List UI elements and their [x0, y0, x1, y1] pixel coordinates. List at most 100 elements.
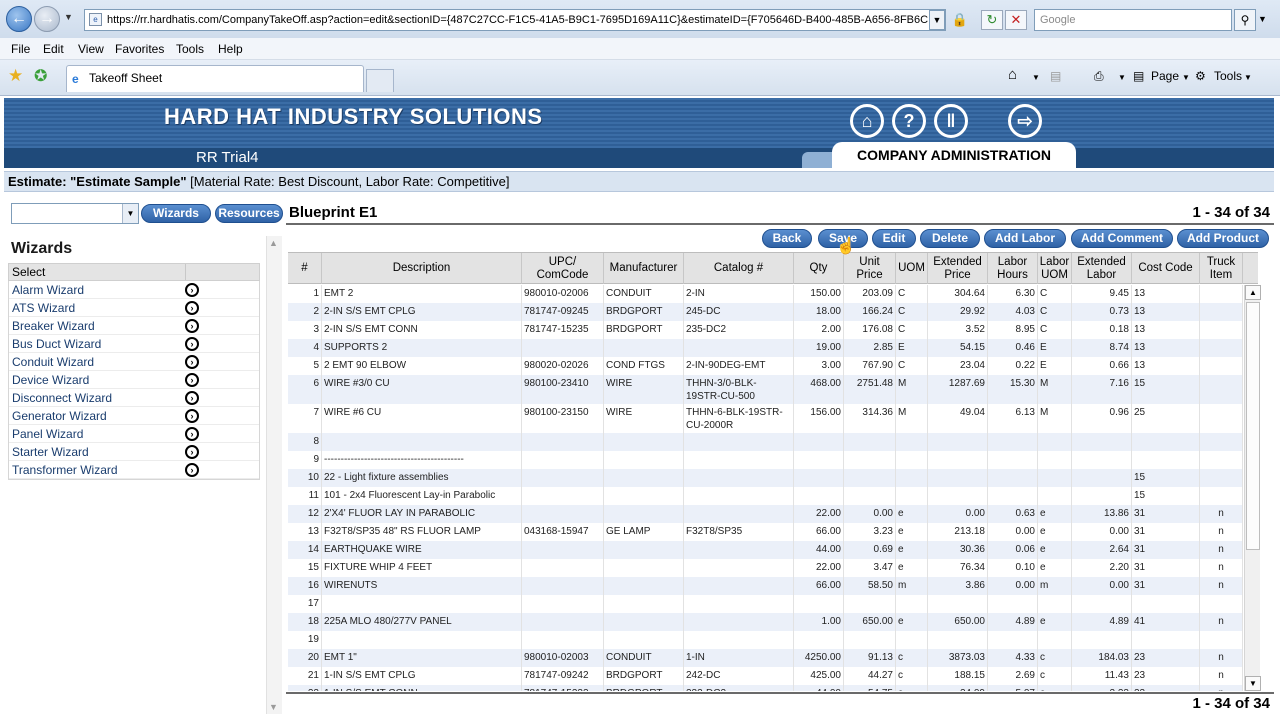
- edit-button[interactable]: Edit: [872, 229, 916, 248]
- arrow-right-circle-icon[interactable]: ›: [185, 301, 199, 315]
- table-row[interactable]: 14 EARTHQUAKE WIRE 44.00 0.69 e 30.36 0.06 e 2.6…: [288, 541, 1243, 559]
- table-row[interactable]: 12 2'X4' FLUOR LAY IN PARABOLIC 22.00 0.00 e…: [288, 505, 1243, 523]
- table-row[interactable]: 19: [288, 631, 1243, 649]
- table-row[interactable]: 11 101 - 2x4 Fluorescent Lay-in Parabolic…: [288, 487, 1243, 505]
- table-row[interactable]: 10 22 - Light fixture assemblies 15: [288, 469, 1243, 487]
- search-dropdown-icon[interactable]: ▼: [1258, 14, 1267, 24]
- table-row[interactable]: 13 F32T8/SP35 48" RS FLUOR LAMP 043168-159…: [288, 523, 1243, 541]
- new-tab-button[interactable]: [366, 69, 394, 92]
- lock-icon[interactable]: 🔒: [950, 10, 970, 30]
- resources-button[interactable]: Resources: [215, 204, 283, 223]
- menu-view[interactable]: View: [78, 42, 104, 56]
- print-icon[interactable]: ⎙: [1094, 69, 1104, 84]
- section-tab[interactable]: COMPANY ADMINISTRATION: [832, 142, 1076, 168]
- column-header[interactable]: Labor Hours: [988, 253, 1038, 284]
- menu-edit[interactable]: Edit: [43, 42, 64, 56]
- table-row[interactable]: 20 EMT 1" 980010-02003 CONDUIT 1-IN 4250.00 91…: [288, 649, 1243, 667]
- column-header[interactable]: Catalog #: [684, 253, 794, 284]
- wizard-item[interactable]: Alarm Wizard ›: [9, 281, 259, 299]
- column-header[interactable]: Truck Item: [1200, 253, 1243, 284]
- print-dropdown-icon[interactable]: ▼: [1118, 73, 1126, 82]
- home-icon[interactable]: ⌂: [850, 104, 884, 138]
- help-icon[interactable]: ?: [892, 104, 926, 138]
- table-row[interactable]: 4 SUPPORTS 2 19.00 2.85 E 54.15 0.46 E 8.74 13: [288, 339, 1243, 357]
- menu-favorites[interactable]: Favorites: [115, 42, 164, 56]
- scroll-thumb[interactable]: [1246, 302, 1260, 550]
- search-icon[interactable]: ⚲: [1234, 9, 1256, 31]
- table-row[interactable]: 7 WIRE #6 CU 980100-23150 WIRE THHN-6-BLK-19…: [288, 404, 1243, 433]
- wizard-item[interactable]: Starter Wizard ›: [9, 443, 259, 461]
- favorites-star-icon[interactable]: ★: [8, 66, 23, 86]
- arrow-right-circle-icon[interactable]: ›: [185, 409, 199, 423]
- wizard-item[interactable]: Panel Wizard ›: [9, 425, 259, 443]
- table-row[interactable]: 21 1-IN S/S EMT CPLG 781747-09242 BRDGPORT 2…: [288, 667, 1243, 685]
- back-arrow-icon[interactable]: ←: [6, 6, 32, 32]
- wizards-button[interactable]: Wizards: [141, 204, 211, 223]
- arrow-right-circle-icon[interactable]: ›: [185, 337, 199, 351]
- column-header[interactable]: Extended Labor: [1072, 253, 1132, 284]
- add-comment-button[interactable]: Add Comment: [1071, 229, 1173, 248]
- menu-help[interactable]: Help: [218, 42, 243, 56]
- table-row[interactable]: 9 ---------------------------------------…: [288, 451, 1243, 469]
- arrow-right-circle-icon[interactable]: ›: [185, 445, 199, 459]
- arrow-right-circle-icon[interactable]: ›: [185, 355, 199, 369]
- column-header[interactable]: UOM: [896, 253, 928, 284]
- add-labor-button[interactable]: Add Labor: [984, 229, 1066, 248]
- page-menu[interactable]: Page: [1151, 69, 1179, 83]
- column-header[interactable]: Extended Price: [928, 253, 988, 284]
- column-header[interactable]: Cost Code: [1132, 253, 1200, 284]
- wizard-item[interactable]: Generator Wizard ›: [9, 407, 259, 425]
- search-input[interactable]: Google: [1034, 9, 1232, 31]
- url-dropdown-button[interactable]: ▼: [929, 10, 945, 30]
- back-button[interactable]: Back: [762, 229, 812, 248]
- table-row[interactable]: 221-IN S/S EMT CONN781747-15232BRDGPORT2…: [288, 685, 1243, 691]
- table-row[interactable]: 1 EMT 2 980010-02006 CONDUIT 2-IN 150.00 203.0…: [288, 285, 1243, 303]
- column-header[interactable]: Labor UOM: [1038, 253, 1072, 284]
- wizard-item[interactable]: Conduit Wizard ›: [9, 353, 259, 371]
- url-input[interactable]: e https://rr.hardhatis.com/CompanyTakeOf…: [84, 9, 946, 31]
- arrow-right-circle-icon[interactable]: ›: [185, 283, 199, 297]
- page-dropdown-icon[interactable]: ▼: [1182, 73, 1190, 82]
- arrow-right-circle-icon[interactable]: ›: [185, 319, 199, 333]
- logout-icon[interactable]: ⇨: [1008, 104, 1042, 138]
- table-row[interactable]: 16 WIRENUTS 66.00 58.50 m 3.86 0.00 m 0.00 31 n: [288, 577, 1243, 595]
- wizard-item[interactable]: Transformer Wizard ›: [9, 461, 259, 479]
- table-row[interactable]: 17: [288, 595, 1243, 613]
- home-dropdown-icon[interactable]: ▼: [1032, 73, 1040, 82]
- scroll-down-icon[interactable]: ▼: [269, 702, 278, 712]
- table-row[interactable]: 3 2-IN S/S EMT CONN 781747-15235 BRDGPORT 23…: [288, 321, 1243, 339]
- column-header[interactable]: Manufacturer: [604, 253, 684, 284]
- arrow-right-circle-icon[interactable]: ›: [185, 391, 199, 405]
- table-row[interactable]: 2 2-IN S/S EMT CPLG 781747-09245 BRDGPORT 24…: [288, 303, 1243, 321]
- tools-menu[interactable]: Tools: [1214, 69, 1242, 83]
- sidebar-scrollbar[interactable]: ▲ ▼: [266, 236, 282, 714]
- wizard-select[interactable]: ▼: [11, 203, 139, 224]
- stop-icon[interactable]: ✕: [1005, 10, 1027, 30]
- wizard-item[interactable]: Device Wizard ›: [9, 371, 259, 389]
- delete-button[interactable]: Delete: [920, 229, 980, 248]
- menu-file[interactable]: File: [11, 42, 30, 56]
- add-product-button[interactable]: Add Product: [1177, 229, 1269, 248]
- table-row[interactable]: 52 EMT 90 ELBOW 980020-02026 COND FTGS 2-IN…: [288, 357, 1243, 375]
- grid-scrollbar[interactable]: ▲ ▼: [1244, 285, 1261, 691]
- column-header[interactable]: Description: [322, 253, 522, 284]
- table-row[interactable]: 8: [288, 433, 1243, 451]
- scroll-up-icon[interactable]: ▲: [1245, 285, 1261, 300]
- column-header[interactable]: #: [288, 253, 322, 284]
- table-row[interactable]: 18 225A MLO 480/277V PANEL 1.00 650.00 e 650.…: [288, 613, 1243, 631]
- wizard-item[interactable]: ATS Wizard ›: [9, 299, 259, 317]
- refresh-icon[interactable]: ↻: [981, 10, 1003, 30]
- column-header[interactable]: Unit Price: [844, 253, 896, 284]
- arrow-right-circle-icon[interactable]: ›: [185, 463, 199, 477]
- scroll-down-icon[interactable]: ▼: [1245, 676, 1261, 691]
- wizard-item[interactable]: Bus Duct Wizard ›: [9, 335, 259, 353]
- column-header[interactable]: Qty: [794, 253, 844, 284]
- table-row[interactable]: 6 WIRE #3/0 CU 980100-23410 WIRE THHN-3/0-BL…: [288, 375, 1243, 404]
- arrow-right-circle-icon[interactable]: ›: [185, 427, 199, 441]
- add-favorite-icon[interactable]: ✪: [34, 66, 47, 86]
- scroll-up-icon[interactable]: ▲: [269, 238, 278, 248]
- users-icon[interactable]: ‖: [934, 104, 968, 138]
- wizard-item[interactable]: Breaker Wizard ›: [9, 317, 259, 335]
- chevron-down-icon[interactable]: ▼: [122, 204, 138, 223]
- home-icon[interactable]: ⌂: [1008, 66, 1017, 83]
